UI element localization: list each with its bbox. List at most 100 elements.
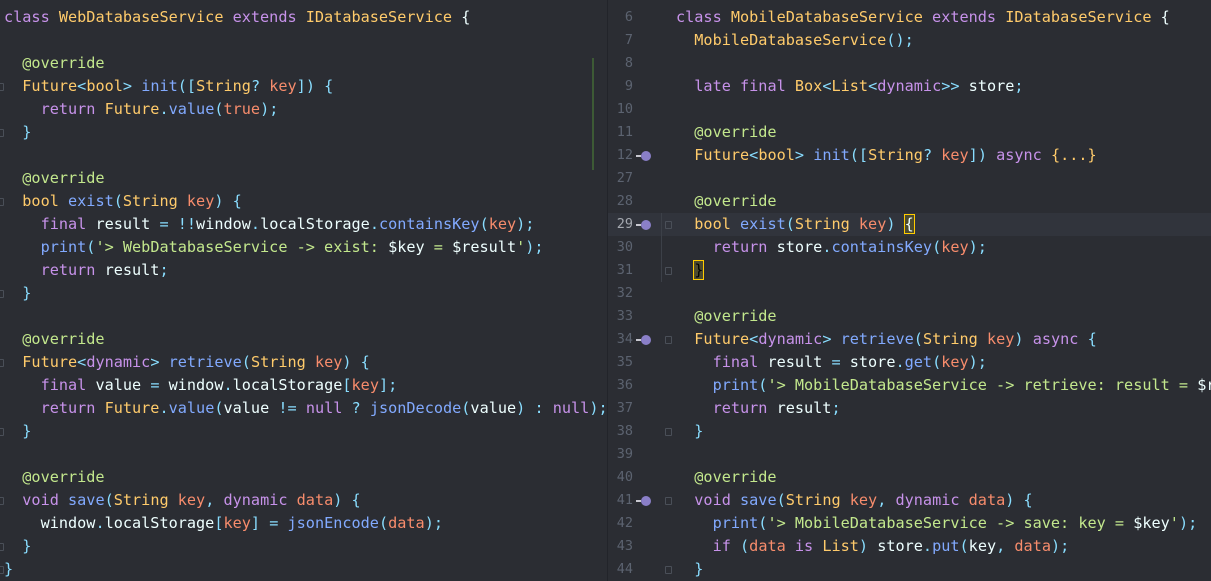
code-line[interactable]: 37 return result; <box>608 397 1211 420</box>
code-line[interactable]: 35 final result = store.get(key); <box>608 351 1211 374</box>
override-method-icon[interactable] <box>636 496 651 506</box>
code-line[interactable]: 29 bool exist(String key) { <box>608 213 1211 236</box>
code-line[interactable]: 27 <box>608 167 1211 190</box>
code-line[interactable]: 36 print('> MobileDatabaseService -> ret… <box>608 374 1211 397</box>
fold-marker-icon[interactable] <box>0 83 4 91</box>
code-token: } <box>4 123 32 141</box>
code-line[interactable]: 28 @override <box>608 190 1211 213</box>
code-line[interactable]: 41 void save(String key, dynamic data) { <box>608 489 1211 512</box>
code-line[interactable]: 8 <box>608 52 1211 75</box>
line-number[interactable]: 35 <box>608 351 633 374</box>
line-number[interactable]: 32 <box>608 282 633 305</box>
line-number[interactable]: 12 <box>608 144 633 167</box>
fold-marker-icon[interactable] <box>0 428 4 436</box>
code-line[interactable]: return result; <box>0 259 608 282</box>
code-line[interactable]: 6 class MobileDatabaseService extends IDa… <box>608 6 1211 29</box>
fold-marker-icon[interactable] <box>665 428 672 436</box>
code-line[interactable]: final result = !!window.localStorage.con… <box>0 213 608 236</box>
code-line[interactable]: 40 @override <box>608 466 1211 489</box>
code-line[interactable]: @override <box>0 466 608 489</box>
code-line[interactable]: 11 @override <box>608 121 1211 144</box>
code-line[interactable]: final value = window.localStorage[key]; <box>0 374 608 397</box>
code-line[interactable]: void save(String key, dynamic data) { <box>0 489 608 512</box>
fold-marker-icon[interactable] <box>0 566 4 574</box>
line-number[interactable]: 38 <box>608 420 633 443</box>
code-line[interactable]: 31 } <box>608 259 1211 282</box>
code-line[interactable]: 43 if (data is List) store.put(key, data… <box>608 535 1211 558</box>
line-number[interactable]: 28 <box>608 190 633 213</box>
fold-marker-icon[interactable] <box>0 129 4 137</box>
line-number[interactable]: 9 <box>608 75 633 98</box>
code-line[interactable]: @override <box>0 52 608 75</box>
override-method-icon[interactable] <box>636 151 651 161</box>
code-line[interactable]: Future<bool> init([String? key]) { <box>0 75 608 98</box>
line-number[interactable]: 33 <box>608 305 633 328</box>
line-number[interactable]: 42 <box>608 512 633 535</box>
code-line[interactable] <box>0 443 608 466</box>
fold-marker-icon[interactable] <box>0 543 4 551</box>
right-editor-pane[interactable]: 6 class MobileDatabaseService extends IDa… <box>608 0 1211 581</box>
code-line[interactable]: 38 } <box>608 420 1211 443</box>
line-number[interactable]: 10 <box>608 98 633 121</box>
code-line[interactable]: 44 } <box>608 558 1211 581</box>
code-line[interactable]: } <box>0 420 608 443</box>
code-line[interactable] <box>0 144 608 167</box>
code-line[interactable]: 42 print('> MobileDatabaseService -> sav… <box>608 512 1211 535</box>
line-number[interactable]: 8 <box>608 52 633 75</box>
code-line[interactable]: 32 <box>608 282 1211 305</box>
code-line[interactable]: 33 @override <box>608 305 1211 328</box>
code-line[interactable]: print('> WebDatabaseService -> exist: $k… <box>0 236 608 259</box>
line-number[interactable]: 34 <box>608 328 633 351</box>
line-number[interactable]: 27 <box>608 167 633 190</box>
line-number[interactable]: 36 <box>608 374 633 397</box>
code-line[interactable]: } <box>0 558 608 581</box>
code-line[interactable]: 30 return store.containsKey(key); <box>608 236 1211 259</box>
line-number[interactable]: 41 <box>608 489 633 512</box>
line-number[interactable]: 11 <box>608 121 633 144</box>
code-line[interactable]: } <box>0 282 608 305</box>
line-number[interactable]: 43 <box>608 535 633 558</box>
line-number[interactable]: 30 <box>608 236 633 259</box>
code-line[interactable]: 12 Future<bool> init([String? key]) asyn… <box>608 144 1211 167</box>
code-line[interactable]: return Future.value(true); <box>0 98 608 121</box>
code-line[interactable]: 9 late final Box<List<dynamic>> store; <box>608 75 1211 98</box>
code-line[interactable]: window.localStorage[key] = jsonEncode(da… <box>0 512 608 535</box>
code-line[interactable]: 7 MobileDatabaseService(); <box>608 29 1211 52</box>
line-number[interactable]: 44 <box>608 558 633 581</box>
fold-marker-icon[interactable] <box>665 566 672 574</box>
code-text: Future<bool> init([String? key]) { <box>4 75 333 98</box>
code-line[interactable]: 10 <box>608 98 1211 121</box>
line-number[interactable]: 6 <box>608 6 633 29</box>
line-number[interactable]: 7 <box>608 29 633 52</box>
code-line[interactable] <box>0 305 608 328</box>
code-line[interactable]: } <box>0 121 608 144</box>
override-method-icon[interactable] <box>636 335 651 345</box>
line-number[interactable]: 40 <box>608 466 633 489</box>
fold-marker-icon[interactable] <box>665 221 672 229</box>
code-line[interactable]: 34 Future<dynamic> retrieve(String key) … <box>608 328 1211 351</box>
fold-marker-icon[interactable] <box>0 359 4 367</box>
fold-marker-icon[interactable] <box>665 267 672 275</box>
fold-marker-icon[interactable] <box>665 497 672 505</box>
code-line[interactable]: @override <box>0 328 608 351</box>
fold-marker-icon[interactable] <box>0 198 4 206</box>
code-line[interactable]: class WebDatabaseService extends IDataba… <box>0 6 608 29</box>
fold-marker-icon[interactable] <box>0 290 4 298</box>
code-token: ) { <box>214 192 242 210</box>
override-method-icon[interactable] <box>636 220 651 230</box>
line-number[interactable]: 39 <box>608 443 633 466</box>
line-number[interactable]: 29 <box>608 213 633 236</box>
fold-marker-icon[interactable] <box>665 336 672 344</box>
line-number[interactable]: 31 <box>608 259 633 282</box>
code-line[interactable]: Future<dynamic> retrieve(String key) { <box>0 351 608 374</box>
code-token: final <box>740 77 795 95</box>
code-line[interactable] <box>0 29 608 52</box>
code-line[interactable]: bool exist(String key) { <box>0 190 608 213</box>
code-line[interactable]: @override <box>0 167 608 190</box>
line-number[interactable]: 37 <box>608 397 633 420</box>
code-line[interactable]: } <box>0 535 608 558</box>
left-editor-pane[interactable]: class WebDatabaseService extends IDataba… <box>0 0 608 581</box>
code-line[interactable]: 39 <box>608 443 1211 466</box>
code-line[interactable]: return Future.value(value != null ? json… <box>0 397 608 420</box>
fold-marker-icon[interactable] <box>0 497 4 505</box>
